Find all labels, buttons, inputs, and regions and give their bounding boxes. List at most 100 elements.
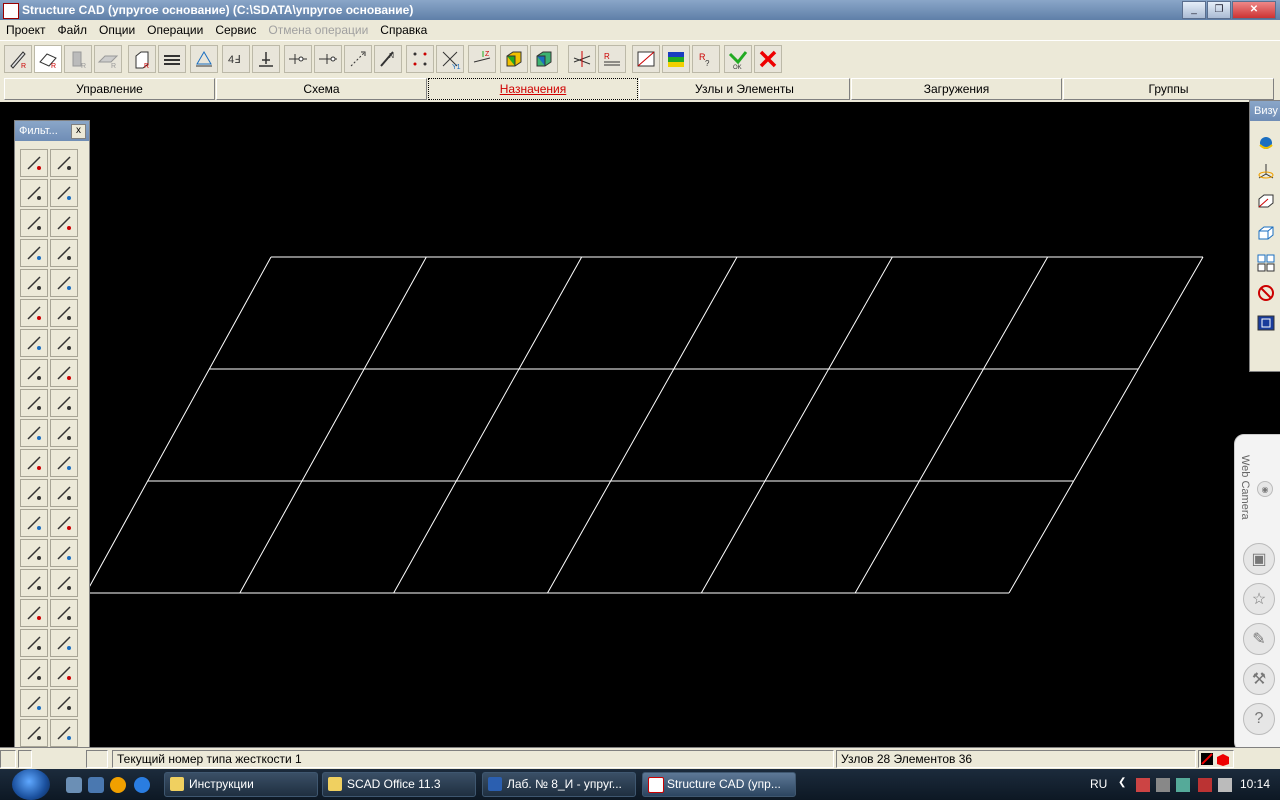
query-n-e-icon[interactable] [20,239,48,267]
stiffness-icon[interactable] [252,45,280,73]
query-link-icon[interactable] [50,569,78,597]
color-scale-icon[interactable] [662,45,690,73]
grid-colored-icon[interactable] [20,509,48,537]
clock[interactable]: 10:14 [1240,777,1270,791]
query-node-icon[interactable] [50,209,78,237]
query-e-icon[interactable] [20,269,48,297]
contact-icon[interactable]: ▣ [1243,543,1275,575]
slab-icon[interactable]: R [94,45,122,73]
tab-nodes-elements[interactable]: Узлы и Элементы [639,78,850,100]
eraser-icon[interactable] [50,149,78,177]
model-grid[interactable] [0,102,1280,747]
language-indicator[interactable]: RU [1090,777,1107,791]
menu-options[interactable]: Опции [93,23,141,37]
grid-column-line[interactable] [1008,256,1204,594]
menu-file[interactable]: Файл [52,23,94,37]
mirror-icon[interactable] [568,45,596,73]
grid-column-line[interactable] [239,256,427,594]
layers-fill-icon[interactable] [20,569,48,597]
double-line-icon[interactable] [20,359,48,387]
grid-red-icon[interactable] [50,659,78,687]
rename-icon[interactable]: R [598,45,626,73]
layers-green-icon[interactable] [50,719,78,747]
cube-view-icon[interactable] [1254,221,1278,245]
loads-icon[interactable]: Z [468,45,496,73]
rigid-insert-icon[interactable] [314,45,342,73]
projection-icon[interactable] [1254,189,1278,213]
query-rod-icon[interactable] [20,209,48,237]
grid-column-line[interactable] [393,256,583,594]
cross-local-icon[interactable] [50,359,78,387]
task-lab-doc[interactable]: Лаб. № 8_И - упруг... [482,772,636,797]
close-button[interactable]: ✕ [1232,1,1276,19]
rotate-icon[interactable] [1254,131,1278,155]
spring-icon[interactable] [50,179,78,207]
check-stiff-icon[interactable]: R? [692,45,720,73]
grid-hash-icon[interactable] [50,509,78,537]
local-axes-icon[interactable] [344,45,372,73]
pencil-icon[interactable]: R [4,45,32,73]
grid-select-icon[interactable] [50,479,78,507]
layers-icon[interactable] [158,45,186,73]
camera-icon[interactable]: ◉ [1257,481,1273,497]
rod-edit-icon[interactable] [20,689,48,717]
query-arrow-icon[interactable] [20,479,48,507]
edit-icon[interactable]: ✎ [1243,623,1275,655]
show-desktop-icon[interactable] [66,777,82,793]
tab-groups[interactable]: Группы [1063,78,1274,100]
pencil-icon[interactable] [20,149,48,177]
query-r-icon[interactable] [50,269,78,297]
query-load-3-icon[interactable] [50,419,78,447]
drawing-canvas[interactable] [0,102,1280,747]
cross-node-icon[interactable] [20,329,48,357]
tray-chevron-icon[interactable]: ❮ [1118,777,1126,788]
browser-icon[interactable] [134,777,150,793]
eraser-icon[interactable]: R [34,45,62,73]
grid-column-line[interactable] [547,256,738,594]
start-button[interactable] [12,769,50,800]
colored-cube-icon[interactable] [500,45,528,73]
task-scad-office[interactable]: SCAD Office 11.3 [322,772,476,797]
ibeam-icon[interactable] [20,719,48,747]
wrench-icon[interactable]: ⚒ [1243,663,1275,695]
switch-windows-icon[interactable] [88,777,104,793]
fragment-icon[interactable] [1254,251,1278,275]
orientation-icon[interactable]: N [374,45,402,73]
query-g-icon[interactable] [50,599,78,627]
task-instructions[interactable]: Инструкции [164,772,318,797]
query-g2-icon[interactable] [20,629,48,657]
restore-view-icon[interactable] [1254,311,1278,335]
apply-icon[interactable]: OK [724,45,752,73]
query-load-2-icon[interactable] [50,389,78,417]
bar-chart-icon[interactable] [50,689,78,717]
menu-help[interactable]: Справка [374,23,433,37]
menu-project[interactable]: Проект [0,23,52,37]
solid-colored-icon[interactable] [530,45,558,73]
query-m-icon[interactable] [20,449,48,477]
cross-arrow-icon[interactable] [50,329,78,357]
table-icon[interactable] [632,45,660,73]
tab-loads[interactable]: Загружения [851,78,1062,100]
help-icon[interactable]: ? [1243,703,1275,735]
grid-column-line[interactable] [85,256,272,594]
network-icon[interactable] [1156,778,1170,792]
query-support-icon[interactable] [20,299,48,327]
tab-assignments[interactable]: Назначения [428,78,638,100]
maximize-button[interactable]: ❐ [1207,1,1231,19]
volume-icon[interactable] [1218,778,1232,792]
solid-icon[interactable]: R [128,45,156,73]
element-type-icon[interactable]: 4Ⅎ [222,45,250,73]
menu-operations[interactable]: Операции [141,23,209,37]
grid-column-line[interactable] [854,256,1049,594]
menu-service[interactable]: Сервис [209,23,262,37]
support-icon[interactable] [190,45,218,73]
media-player-icon[interactable] [110,777,126,793]
tab-scheme[interactable]: Схема [216,78,427,100]
box-icon[interactable] [20,179,48,207]
grid-column-line[interactable] [700,256,893,594]
hide-icon[interactable] [1254,281,1278,305]
star-icon[interactable]: ☆ [1243,583,1275,615]
nodes-icon[interactable] [406,45,434,73]
hinge-icon[interactable] [284,45,312,73]
ruler-icon[interactable] [20,539,48,567]
